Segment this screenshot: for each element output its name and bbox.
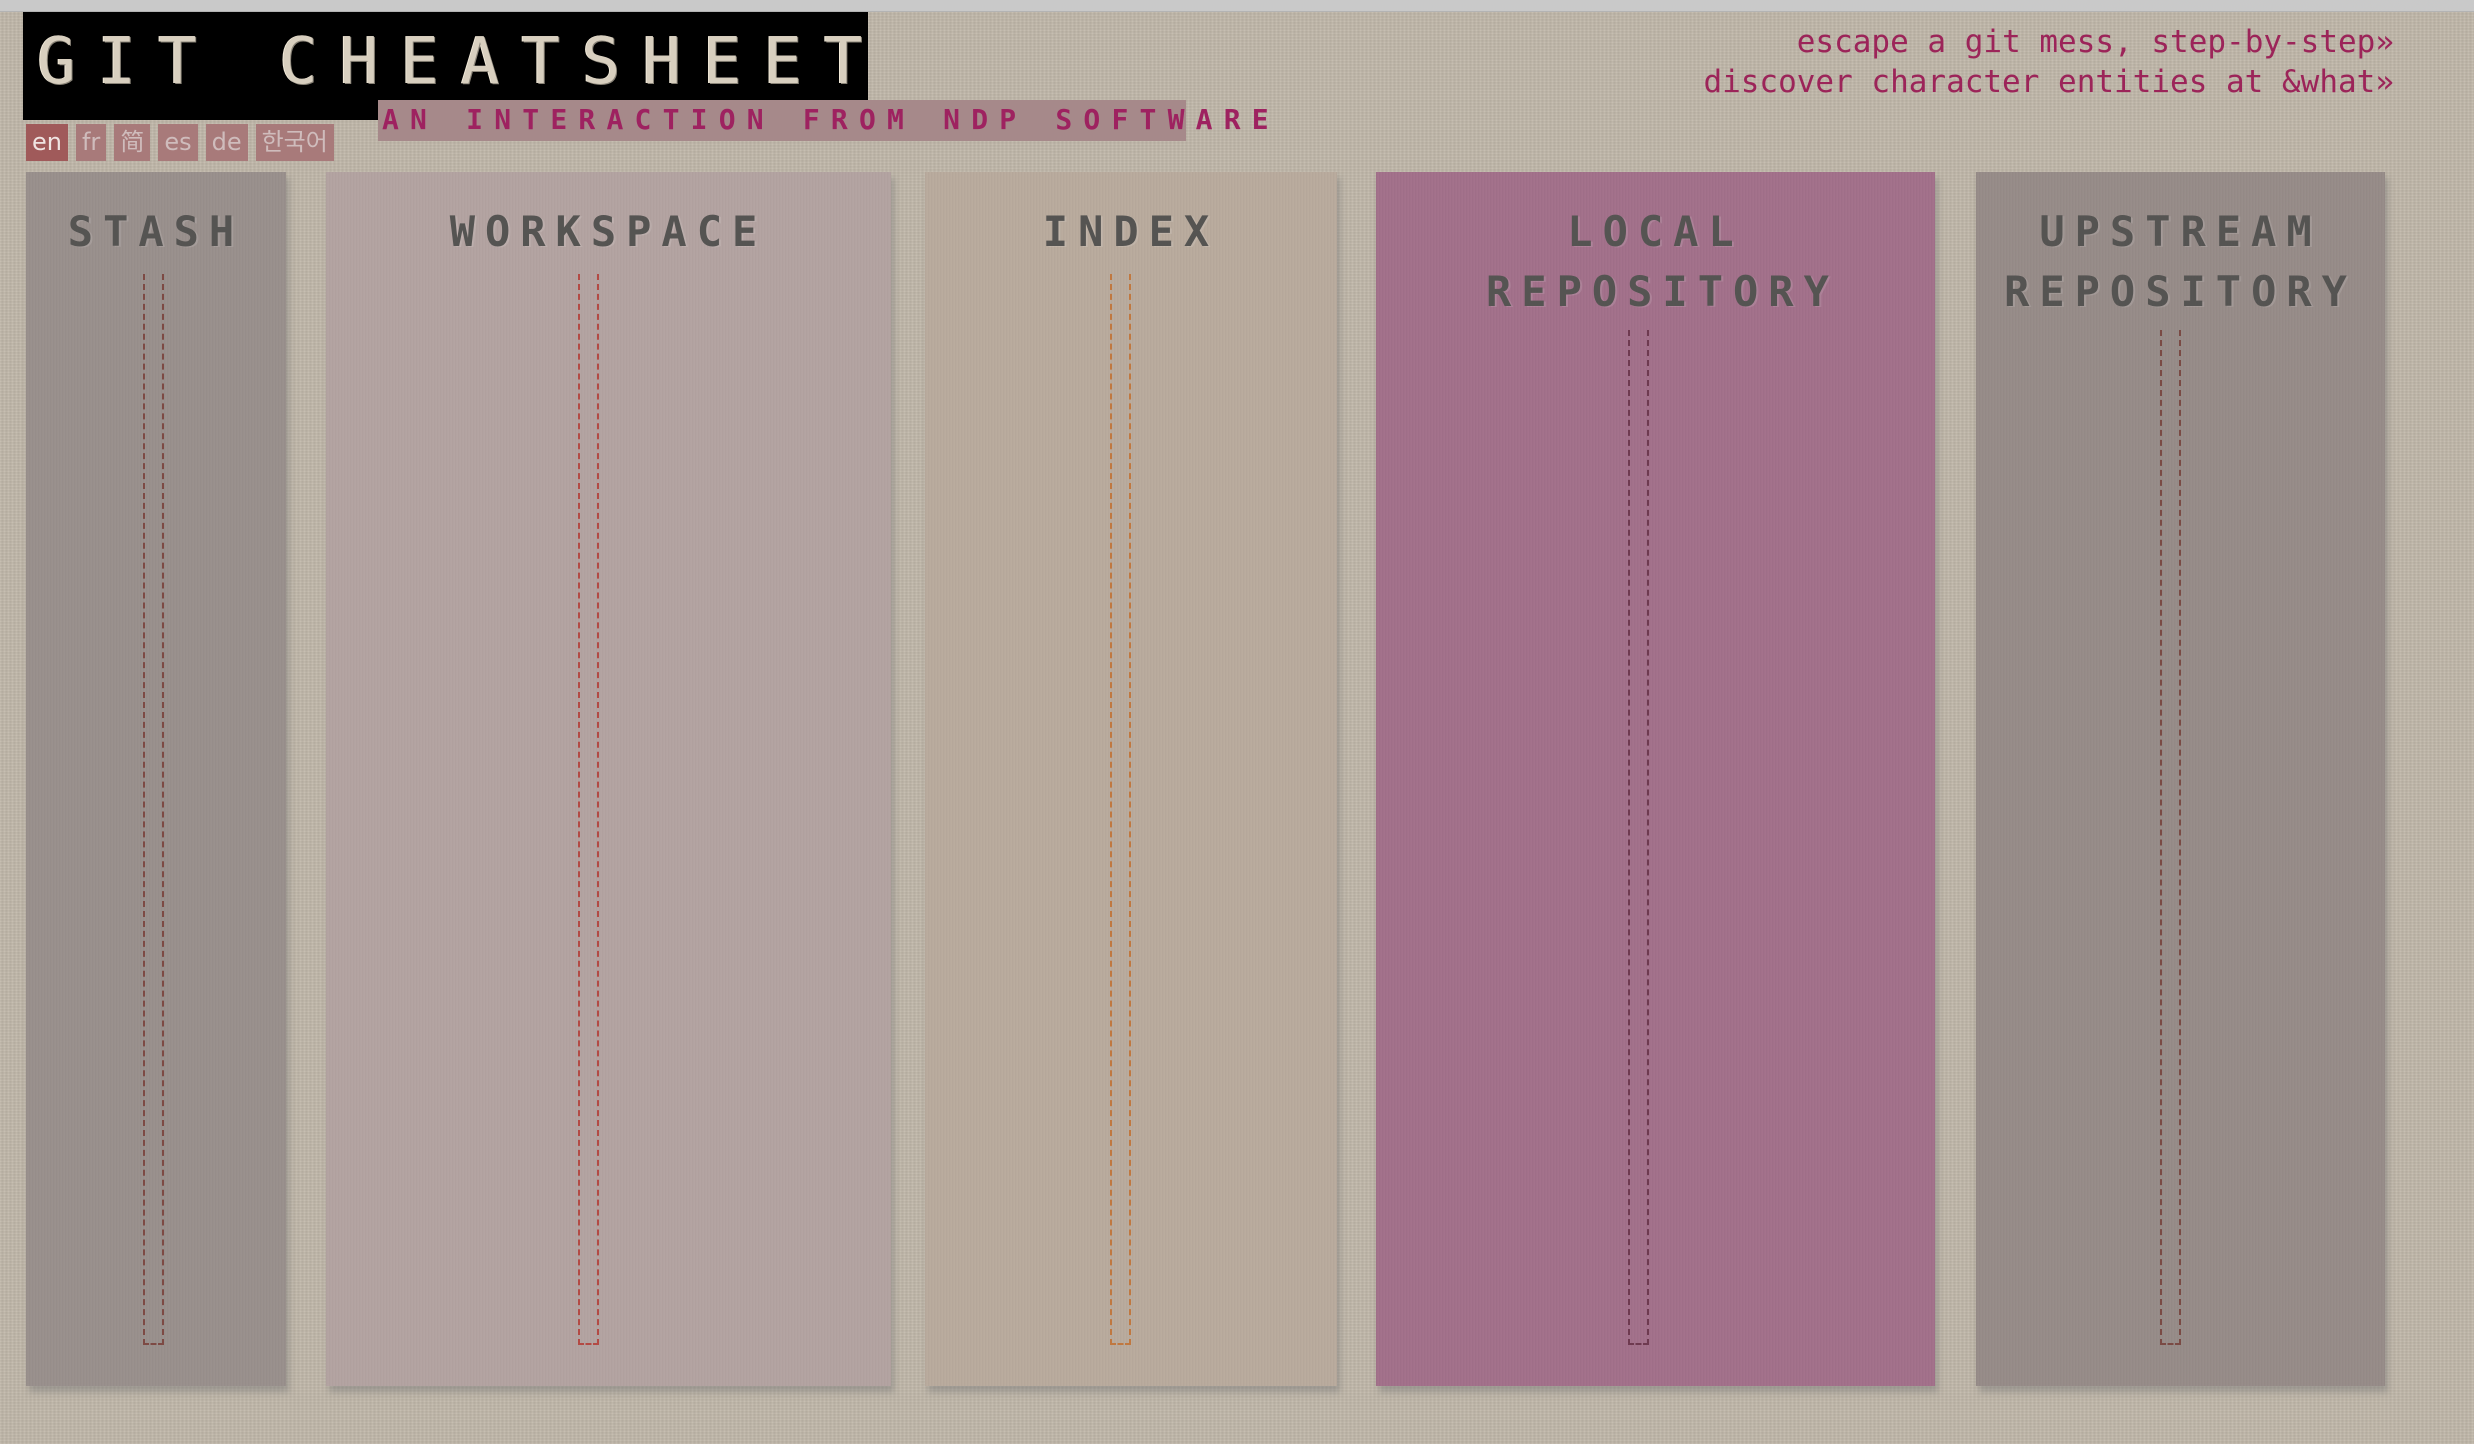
- header-links: escape a git mess, step-by-step» discove…: [1703, 22, 2394, 102]
- lang-fr[interactable]: fr: [75, 124, 107, 161]
- panel-title-local-repository: LOCAL REPOSITORY: [1486, 207, 1839, 316]
- browser-top-bar: [0, 0, 2474, 12]
- panel-stash[interactable]: STASH: [26, 172, 286, 1386]
- lang-es[interactable]: es: [158, 124, 198, 161]
- panel-workspace[interactable]: WORKSPACE: [326, 172, 891, 1386]
- panel-title-upstream-repository: UPSTREAM REPOSITORY: [2004, 207, 2357, 316]
- panel-title-workspace: WORKSPACE: [449, 207, 768, 256]
- escape-git-mess-link[interactable]: escape a git mess, step-by-step»: [1703, 22, 2394, 62]
- lang-en[interactable]: en: [26, 124, 68, 161]
- subtitle-link[interactable]: AN INTERACTION FROM NDP SOFTWARE: [382, 102, 1280, 138]
- panel-title-stash: STASH: [67, 207, 245, 256]
- lane-local-repository: [1628, 330, 1649, 1345]
- subtitle-banner[interactable]: AN INTERACTION FROM NDP SOFTWARE: [378, 100, 1269, 141]
- character-entities-link[interactable]: discover character entities at &what»: [1703, 62, 2394, 102]
- panel-local-repository[interactable]: LOCAL REPOSITORY: [1376, 172, 1935, 1386]
- lang-ko[interactable]: 한국어: [255, 124, 334, 161]
- lang-zh[interactable]: 简: [114, 124, 151, 161]
- lang-de[interactable]: de: [205, 124, 248, 161]
- panel-upstream-repository[interactable]: UPSTREAM REPOSITORY: [1976, 172, 2385, 1386]
- lane-index: [1110, 274, 1131, 1345]
- panel-index[interactable]: INDEX: [925, 172, 1337, 1386]
- language-selector: en fr 简 es de 한국어: [26, 124, 334, 161]
- lane-upstream-repository: [2160, 330, 2181, 1345]
- page-title: GIT CHEATSHEET: [37, 25, 885, 99]
- panel-title-index: INDEX: [1042, 207, 1220, 256]
- lane-workspace: [578, 274, 599, 1345]
- lane-stash: [143, 274, 164, 1345]
